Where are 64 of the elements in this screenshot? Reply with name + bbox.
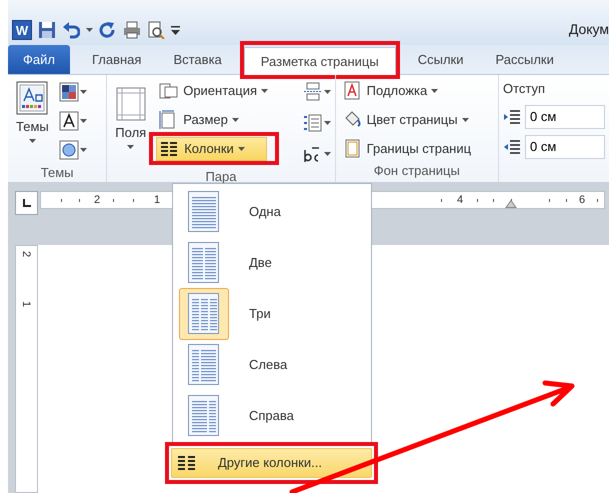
ruler-number: 6 [579, 193, 586, 208]
ribbon-command[interactable]: Размер [156, 108, 272, 132]
indent-marker-icon[interactable] [505, 200, 517, 208]
caret-icon [86, 28, 93, 32]
menu-item[interactable]: Одна [173, 186, 371, 237]
margins-button[interactable]: Поля [111, 85, 150, 167]
redo-icon[interactable] [99, 20, 117, 38]
group-label: Пара [204, 168, 238, 186]
ribbon-command[interactable]: Колонки [156, 137, 268, 161]
window-title: Докум [568, 20, 609, 39]
app-logo: W [12, 20, 32, 40]
indent-header: Отступ [503, 80, 546, 98]
caret-icon [127, 144, 134, 148]
indent-field[interactable]: 0 см [525, 104, 605, 128]
left-tab-icon [22, 199, 30, 207]
ribbon-command[interactable]: Границы страниц [340, 137, 474, 161]
menu-item[interactable]: Справа [173, 390, 371, 441]
line-numbers-icon [302, 113, 323, 133]
ribbon-tab[interactable]: Разметка страницы [244, 47, 396, 75]
caret-icon [324, 152, 331, 156]
indent-left-icon [503, 108, 521, 124]
ruler-number: 2 [94, 193, 100, 208]
menu-item[interactable]: Две [173, 237, 371, 288]
ribbon-command[interactable]: Цвет страницы [340, 108, 474, 132]
theme-fonts-icon [58, 111, 79, 131]
theme-colors-icon [58, 82, 79, 102]
margins-icon [116, 87, 146, 121]
group-label: Фон страницы [372, 162, 461, 180]
page-orientation-icon [159, 81, 180, 101]
ribbon-tab[interactable]: Ссылки [402, 45, 480, 74]
caret-icon [324, 121, 331, 125]
columns-icon [178, 456, 196, 470]
column-layout-icon [188, 292, 220, 334]
ruler-number: 4 [457, 193, 464, 208]
ruler-number: 1 [154, 193, 160, 208]
ribbon-command[interactable]: Ориентация [156, 79, 272, 103]
caret-icon [324, 90, 331, 94]
menu-item[interactable]: Три [173, 288, 371, 339]
group-label: Темы [40, 164, 74, 182]
ribbon-tab[interactable]: Рассылки [480, 45, 570, 74]
ruler-number: 1 [20, 300, 32, 308]
caret-icon [28, 138, 36, 142]
ribbon-command[interactable]: Подложка [340, 79, 474, 103]
ruler-number: 2 [20, 250, 32, 258]
customize-menu-icon[interactable] [171, 24, 180, 36]
file-tab[interactable]: Файл [8, 45, 70, 74]
caret-icon [80, 90, 87, 94]
menu-item[interactable]: Слева [173, 339, 371, 390]
caret-icon [80, 148, 87, 152]
ribbon-tab[interactable]: Вставка [157, 45, 238, 74]
themes-icon [16, 81, 48, 115]
undo-icon[interactable] [62, 20, 80, 38]
caret-icon [80, 119, 87, 123]
page-breaks-icon [302, 82, 323, 102]
save-icon[interactable] [38, 20, 56, 38]
theme-effects-icon [58, 140, 79, 160]
indent-field[interactable]: 0 см [525, 134, 605, 158]
indent-right-icon [503, 138, 521, 154]
ribbon-tab[interactable]: Главная [76, 45, 158, 74]
printer-icon[interactable] [123, 20, 141, 38]
themes-button[interactable]: Темы [12, 79, 53, 163]
more-columns-item[interactable]: Другие колонки... [171, 448, 372, 478]
tab-selector-button[interactable] [15, 191, 38, 215]
print-preview-icon[interactable] [147, 20, 165, 38]
